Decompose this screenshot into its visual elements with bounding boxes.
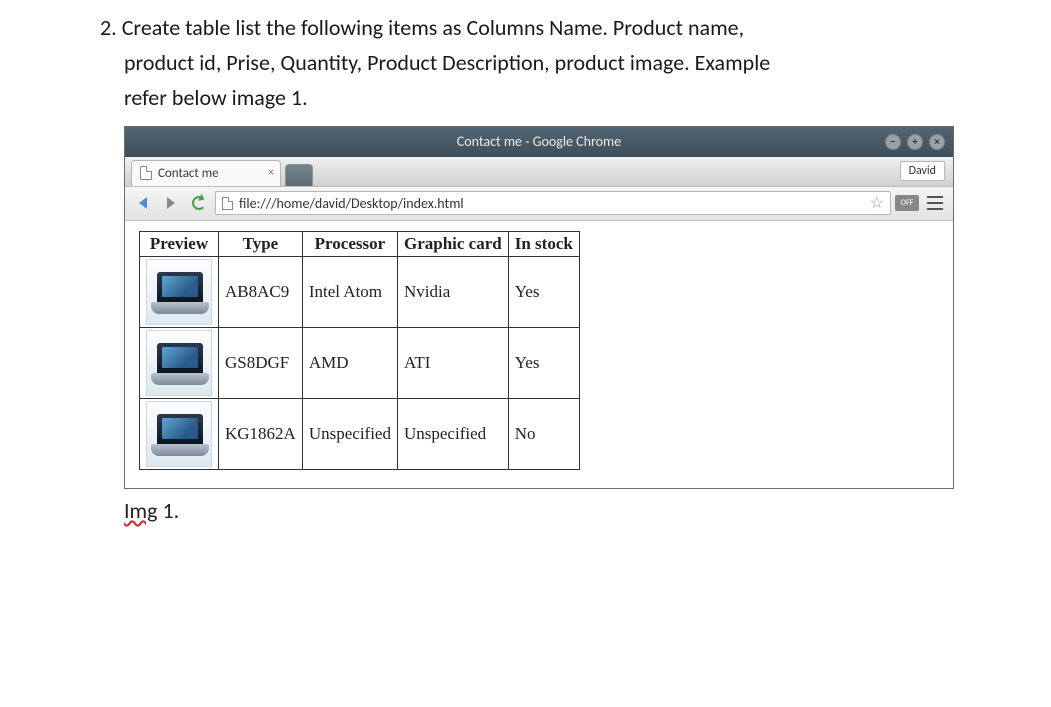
cell-graphic: Nvidia — [397, 256, 508, 327]
cell-graphic: ATI — [397, 327, 508, 398]
cell-graphic: Unspecified — [397, 398, 508, 469]
browser-window: Contact me - Google Chrome − + × Contact… — [124, 126, 954, 489]
window-title: Contact me - Google Chrome — [457, 133, 621, 150]
table-row: AB8AC9 Intel Atom Nvidia Yes — [140, 256, 580, 327]
cell-stock: Yes — [508, 256, 579, 327]
caption-word: Img — [124, 497, 157, 524]
window-titlebar: Contact me - Google Chrome − + × — [125, 127, 953, 157]
col-type: Type — [219, 231, 303, 256]
tab-strip: Contact me × David — [125, 157, 953, 187]
new-tab-button[interactable] — [285, 164, 313, 186]
extension-off-badge[interactable]: OFF — [895, 195, 919, 211]
cell-stock: Yes — [508, 327, 579, 398]
products-table: Preview Type Processor Graphic card In s… — [139, 231, 580, 470]
star-icon[interactable]: ☆ — [870, 193, 884, 213]
forward-arrow-icon — [167, 197, 175, 209]
cell-processor: Intel Atom — [302, 256, 397, 327]
cell-stock: No — [508, 398, 579, 469]
cell-processor: AMD — [302, 327, 397, 398]
laptop-thumbnail-icon — [146, 401, 212, 467]
forward-button[interactable] — [159, 191, 183, 215]
question-number: 2. — [100, 14, 117, 41]
question-line-1: Create table list the following items as… — [122, 14, 744, 41]
col-preview: Preview — [140, 231, 219, 256]
laptop-thumbnail-icon — [146, 259, 212, 325]
question-line-2: product id, Prise, Quantity, Product Des… — [100, 45, 1011, 80]
maximize-icon[interactable]: + — [907, 134, 923, 150]
tab-title: Contact me — [158, 166, 219, 181]
minimize-icon[interactable]: − — [885, 134, 901, 150]
back-arrow-icon — [139, 197, 147, 209]
table-row: GS8DGF AMD ATI Yes — [140, 327, 580, 398]
reload-icon — [192, 196, 206, 210]
browser-toolbar: file:///home/david/Desktop/index.html ☆ … — [125, 187, 953, 221]
back-button[interactable] — [131, 191, 155, 215]
menu-icon[interactable] — [927, 196, 943, 210]
cell-type: AB8AC9 — [219, 256, 303, 327]
cell-type: GS8DGF — [219, 327, 303, 398]
caption-number: 1. — [157, 497, 179, 524]
laptop-thumbnail-icon — [146, 330, 212, 396]
file-icon — [222, 197, 233, 210]
col-processor: Processor — [302, 231, 397, 256]
user-badge[interactable]: David — [900, 161, 945, 181]
col-graphic: Graphic card — [397, 231, 508, 256]
col-stock: In stock — [508, 231, 579, 256]
url-text: file:///home/david/Desktop/index.html — [239, 195, 464, 212]
image-caption: Img 1. — [100, 497, 1011, 524]
reload-button[interactable] — [187, 191, 211, 215]
page-icon — [140, 166, 152, 180]
table-header-row: Preview Type Processor Graphic card In s… — [140, 231, 580, 256]
browser-tab[interactable]: Contact me × — [131, 160, 281, 186]
close-icon[interactable]: × — [929, 134, 945, 150]
page-content: Preview Type Processor Graphic card In s… — [125, 221, 953, 488]
question-line-3: refer below image 1. — [100, 80, 1011, 115]
cell-type: KG1862A — [219, 398, 303, 469]
tab-close-icon[interactable]: × — [268, 166, 274, 180]
cell-processor: Unspecified — [302, 398, 397, 469]
table-row: KG1862A Unspecified Unspecified No — [140, 398, 580, 469]
address-bar[interactable]: file:///home/david/Desktop/index.html ☆ — [215, 191, 891, 215]
